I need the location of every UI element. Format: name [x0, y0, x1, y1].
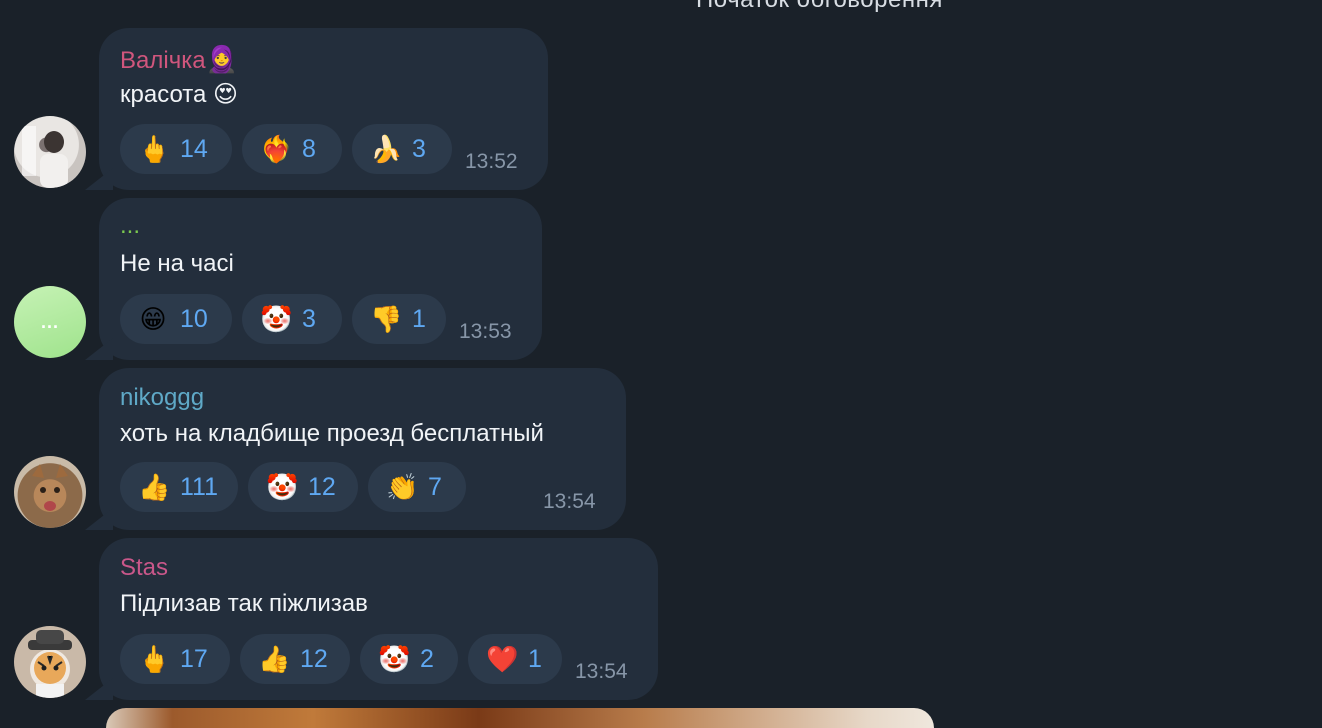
reaction-button[interactable]: 🤡 3 [242, 294, 342, 344]
message-text: Не на часі [120, 250, 234, 277]
reaction-count: 12 [308, 472, 336, 501]
avatar[interactable]: ... [14, 286, 86, 358]
reaction-button[interactable]: 🖕 17 [120, 634, 230, 684]
message-author[interactable]: Stas [120, 554, 168, 582]
cat-photo-icon [32, 464, 68, 511]
reaction-button[interactable]: 🖕 14 [120, 124, 232, 174]
reaction-button[interactable]: ❤️‍🔥 8 [242, 124, 342, 174]
avatar[interactable] [14, 116, 86, 188]
reaction-list: 😁 10 🤡 3 👎 1 [120, 294, 446, 344]
reaction-list: 👍 111 🤡 12 👏 7 [120, 462, 466, 512]
avatar[interactable] [14, 626, 86, 698]
reaction-button[interactable]: 👍 12 [240, 634, 350, 684]
avatar-photo-icon [22, 126, 68, 188]
reaction-count: 8 [302, 134, 316, 163]
hijab-person-icon: 🧕 [205, 44, 238, 74]
reaction-button[interactable]: 🍌 3 [352, 124, 452, 174]
broken-heart-fire-icon: ❤️‍🔥 [260, 134, 293, 164]
middle-finger-icon: 🖕 [138, 134, 171, 164]
reaction-count: 3 [412, 134, 426, 163]
thumbs-down-icon: 👎 [370, 304, 403, 334]
reaction-button[interactable]: 🤡 2 [360, 634, 458, 684]
clown-face-icon: 🤡 [260, 304, 293, 334]
reaction-count: 2 [420, 644, 434, 673]
reaction-button[interactable]: 👍 111 [120, 462, 238, 512]
banana-icon: 🍌 [370, 134, 403, 164]
next-message-media-preview[interactable] [106, 708, 934, 728]
message-author[interactable]: nikoggg [120, 384, 204, 412]
message-time: 13:54 [543, 490, 596, 513]
message-time: 13:53 [459, 320, 512, 343]
reaction-count: 3 [302, 304, 316, 333]
message-author[interactable]: ... [120, 212, 140, 240]
reaction-count: 12 [300, 644, 328, 673]
thumbs-up-icon: 👍 [258, 644, 291, 674]
avatar[interactable] [14, 456, 86, 528]
message-bubble: Валічка🧕 красота 😍 🖕 14 ❤️‍🔥 8 🍌 3 13:52 [99, 28, 548, 190]
reaction-count: 14 [180, 134, 208, 163]
reaction-count: 1 [528, 644, 542, 673]
tiger-hat-photo-icon [28, 630, 72, 698]
message-bubble: Stas Підлизав так піжлизав 🖕 17 👍 12 🤡 2… [99, 538, 658, 700]
red-heart-icon: ❤️ [486, 644, 519, 674]
message-time: 13:52 [465, 150, 518, 173]
reaction-list: 🖕 14 ❤️‍🔥 8 🍌 3 [120, 124, 452, 174]
avatar-initials: ... [40, 311, 59, 332]
clown-face-icon: 🤡 [266, 472, 299, 502]
reaction-list: 🖕 17 👍 12 🤡 2 ❤️ 1 [120, 634, 562, 684]
message-author[interactable]: Валічка🧕 [120, 44, 238, 75]
message-text: красота 😍 [120, 81, 239, 108]
reaction-button[interactable]: ❤️ 1 [468, 634, 562, 684]
message-bubble: ... Не на часі 😁 10 🤡 3 👎 1 13:53 [99, 198, 542, 360]
clown-face-icon: 🤡 [378, 644, 411, 674]
message-bubble: nikoggg хоть на кладбище проезд бесплатн… [99, 368, 626, 530]
reaction-button[interactable]: 🤡 12 [248, 462, 358, 512]
chat-start-label: Початок обговорення [696, 0, 943, 14]
message-text: Підлизав так піжлизав [120, 590, 368, 617]
reaction-count: 10 [180, 304, 208, 333]
thumbs-up-icon: 👍 [138, 472, 171, 502]
reaction-button[interactable]: 😁 10 [120, 294, 232, 344]
message-time: 13:54 [575, 660, 628, 683]
reaction-button[interactable]: 👎 1 [352, 294, 446, 344]
middle-finger-icon: 🖕 [138, 644, 171, 674]
clapping-hands-icon: 👏 [386, 472, 419, 502]
reaction-count: 17 [180, 644, 208, 673]
reaction-button[interactable]: 👏 7 [368, 462, 466, 512]
message-text: хоть на кладбище проезд бесплатный [120, 420, 544, 447]
grinning-face-icon: 😁 [139, 304, 167, 334]
reaction-count: 1 [412, 304, 426, 333]
reaction-count: 7 [428, 472, 442, 501]
reaction-count: 111 [180, 472, 219, 501]
